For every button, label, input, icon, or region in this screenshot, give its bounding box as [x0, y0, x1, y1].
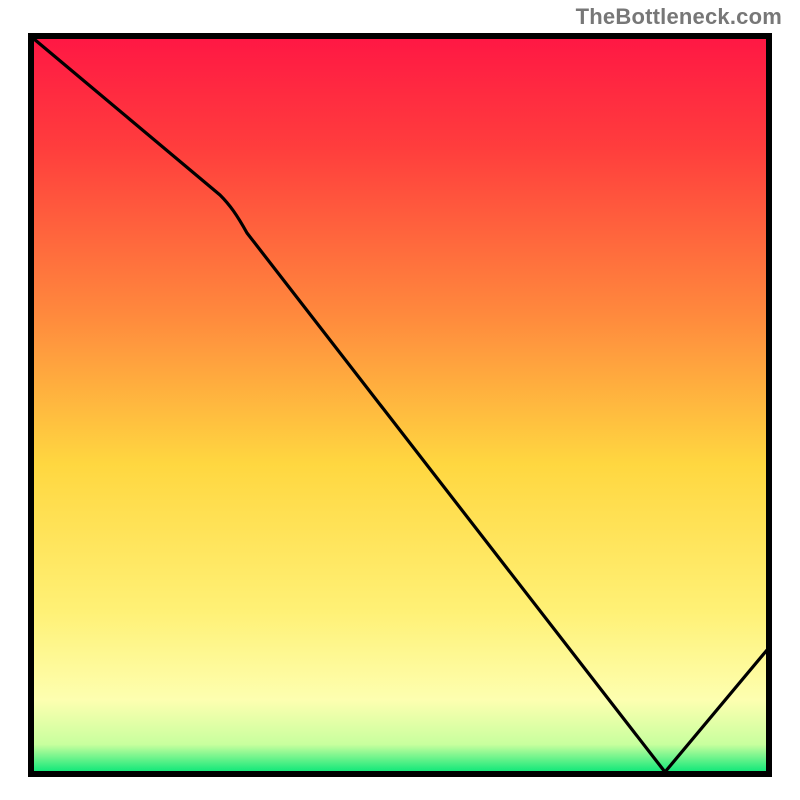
chart-container: TheBottleneck.com — [0, 0, 800, 800]
attribution-label: TheBottleneck.com — [576, 4, 782, 30]
plot-area — [25, 30, 775, 780]
gradient-background — [31, 36, 769, 774]
chart-svg — [25, 30, 775, 780]
